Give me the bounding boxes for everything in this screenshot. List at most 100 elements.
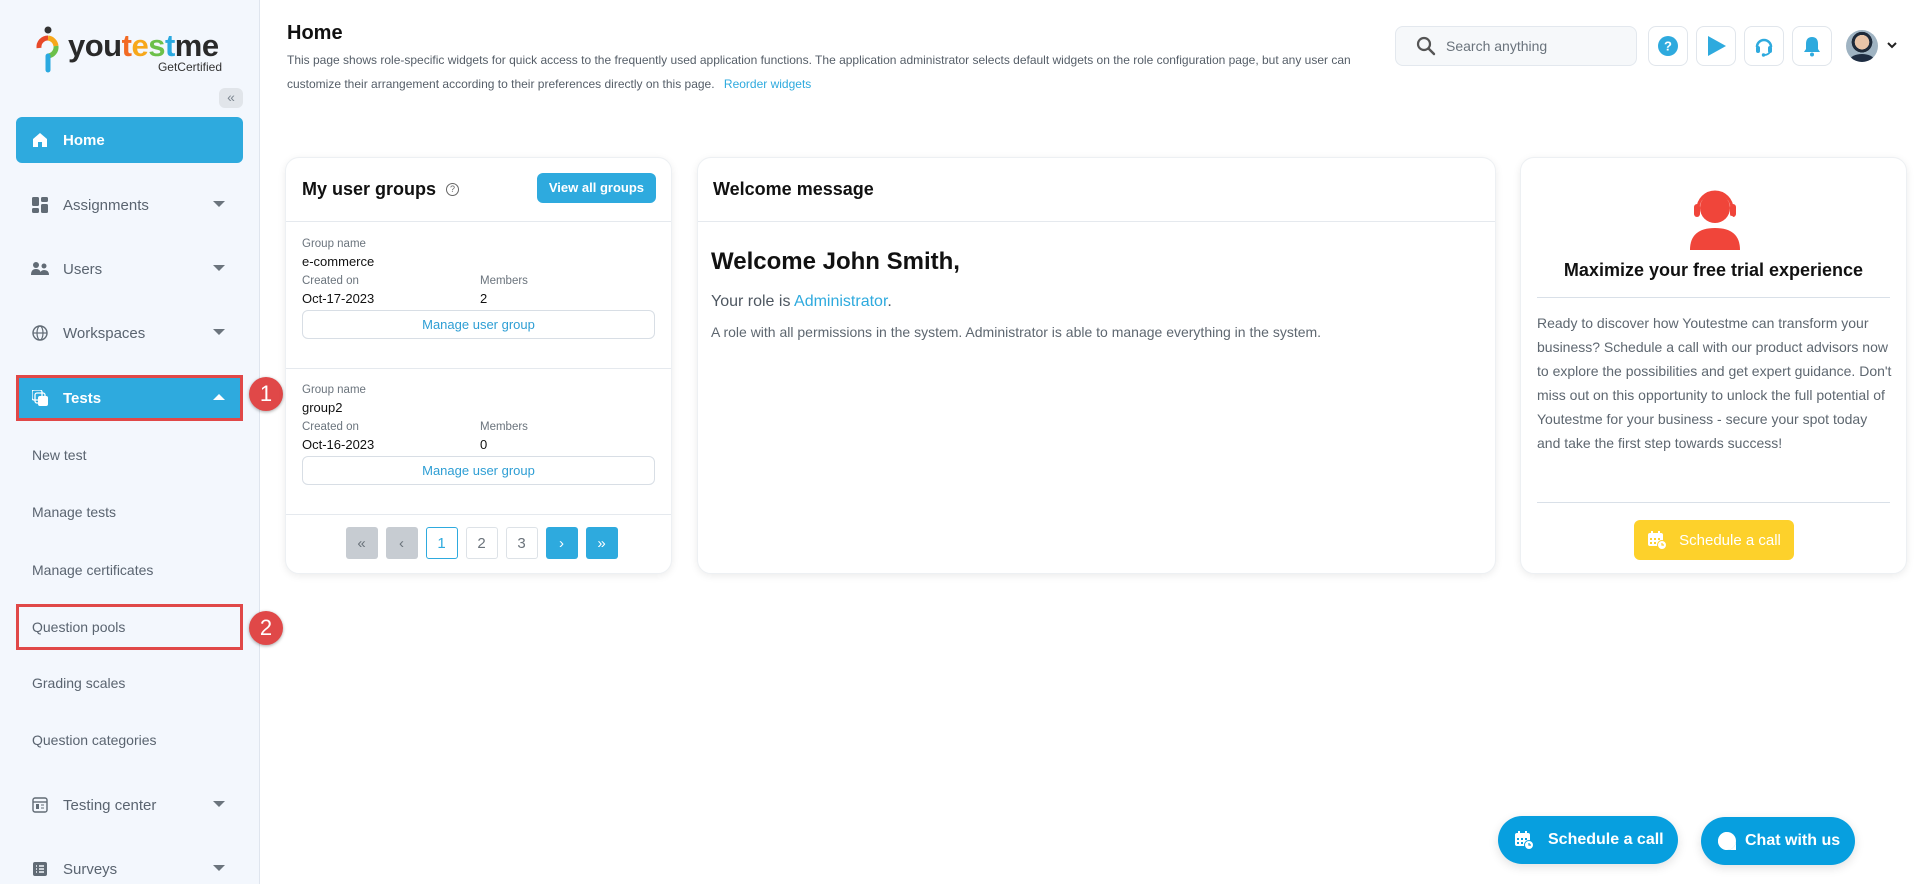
sidebar-item-users[interactable]: Users [16, 246, 243, 292]
sidebar-subitem-label: Manage tests [32, 504, 117, 520]
trial-text: Ready to discover how Youtestme can tran… [1537, 315, 1892, 451]
svg-text:?: ? [1664, 39, 1672, 54]
members-value: 2 [480, 291, 488, 306]
sidebar-item-label: Workspaces [63, 324, 146, 342]
chat-bubble-icon [1718, 832, 1736, 850]
sidebar-item-tests[interactable]: Tests [16, 375, 243, 421]
manage-user-group-button[interactable]: Manage user group [302, 310, 655, 339]
user-avatar[interactable] [1846, 30, 1878, 62]
page-description-text: This page shows role-specific widgets fo… [287, 53, 1351, 91]
caret-up-icon [213, 394, 225, 400]
pagination: « ‹ 1 2 3 › » [286, 527, 671, 559]
free-trial-widget: Maximize your free trial experience Read… [1520, 157, 1907, 574]
sidebar-subitem-new-test[interactable]: New test [16, 432, 243, 478]
chat-label: Chat with us [1745, 832, 1841, 849]
group-name-label: Group name [302, 238, 366, 250]
page-button[interactable]: 1 [425, 527, 458, 559]
floating-schedule-call-button[interactable]: Schedule a call [1498, 816, 1678, 864]
logo[interactable]: youtestme GetCertified [34, 26, 234, 76]
chevron-right-icon: › [559, 534, 564, 552]
app-root: youtestme GetCertified « Home Assignment… [0, 0, 1920, 884]
surveys-icon [31, 860, 49, 878]
chevron-down-icon[interactable] [1885, 38, 1899, 52]
first-page-button[interactable]: « [345, 527, 378, 559]
dashboard-icon [31, 196, 49, 214]
group-name-value: group2 [302, 400, 343, 415]
help-circle-icon[interactable]: ? [446, 183, 460, 196]
step-marker-1: 1 [249, 377, 283, 411]
view-all-groups-button[interactable]: View all groups [536, 173, 656, 203]
reorder-widgets-link[interactable]: Reorder widgets [724, 77, 811, 91]
divider [1537, 297, 1890, 298]
sidebar-item-testing-center[interactable]: Testing center [16, 782, 243, 828]
chat-with-us-button[interactable]: Chat with us [1701, 817, 1855, 865]
play-icon [1708, 36, 1726, 56]
chevron-left-icon: ‹ [399, 534, 404, 552]
role-link[interactable]: Administrator [794, 293, 887, 310]
group-item: Group name group2 Created on Oct-16-2023 … [286, 369, 671, 515]
schedule-call-label: Schedule a call [1679, 531, 1781, 549]
sidebar-item-surveys[interactable]: Surveys [16, 846, 243, 884]
caret-down-icon [213, 329, 225, 335]
sidebar-subitem-label: Question pools [32, 619, 126, 635]
sidebar-item-label: Assignments [63, 196, 149, 214]
sidebar-item-label: Home [63, 131, 105, 149]
caret-down-icon [213, 865, 225, 871]
created-on-label: Created on [302, 421, 359, 433]
caret-down-icon [213, 265, 225, 271]
help-button[interactable]: ? [1648, 26, 1688, 66]
sidebar-subitem-manage-tests[interactable]: Manage tests [16, 489, 243, 535]
sidebar-subitem-label: Grading scales [32, 675, 126, 691]
search-box[interactable] [1395, 26, 1637, 66]
group-item: Group name e-commerce Created on Oct-17-2… [286, 223, 671, 369]
created-on-label: Created on [302, 275, 359, 287]
my-user-groups-widget: My user groups ? View all groups Group n… [285, 157, 672, 574]
play-tutorial-button[interactable] [1696, 26, 1736, 66]
created-on-value: Oct-17-2023 [302, 291, 375, 306]
notifications-button[interactable] [1792, 26, 1832, 66]
page-button[interactable]: 2 [465, 527, 498, 559]
group-name-label: Group name [302, 384, 366, 396]
support-button[interactable] [1744, 26, 1784, 66]
sidebar-item-label: Testing center [63, 796, 157, 814]
page-button[interactable]: 3 [505, 527, 538, 559]
role-line: Your role is Administrator. [711, 293, 892, 311]
prev-page-button[interactable]: ‹ [385, 527, 418, 559]
sidebar-item-assignments[interactable]: Assignments [16, 182, 243, 228]
headset-icon [1755, 38, 1773, 57]
members-label: Members [480, 275, 528, 287]
sidebar-subitem-question-categories[interactable]: Question categories [16, 717, 243, 763]
sidebar-subitem-question-pools[interactable]: Question pools [16, 604, 243, 650]
double-chevron-left-icon: « [227, 89, 235, 105]
sidebar-item-home[interactable]: Home [16, 117, 243, 163]
widget-header: Welcome message [698, 158, 1495, 222]
sidebar-subitem-grading-scales[interactable]: Grading scales [16, 660, 243, 706]
role-description: A role with all permissions in the syste… [711, 324, 1322, 340]
sidebar-item-workspaces[interactable]: Workspaces [16, 310, 243, 356]
page-description: This page shows role-specific widgets fo… [287, 48, 1357, 96]
sidebar-item-label: Surveys [63, 860, 118, 878]
widget-title: Welcome message [713, 179, 874, 199]
trial-title: Maximize your free trial experience [1563, 260, 1864, 280]
sidebar: youtestme GetCertified « Home Assignment… [0, 0, 260, 884]
help-icon: ? [1658, 36, 1678, 56]
sidebar-item-label: Tests [63, 389, 102, 407]
welcome-greeting: Welcome John Smith, [711, 248, 960, 275]
bell-icon [1804, 37, 1820, 57]
step-marker-2: 2 [249, 611, 283, 645]
next-page-button[interactable]: › [545, 527, 578, 559]
members-label: Members [480, 421, 528, 433]
widget-header: My user groups ? View all groups [286, 158, 671, 222]
manage-user-group-button[interactable]: Manage user group [302, 456, 655, 485]
logo-mark-icon [36, 26, 59, 73]
search-input[interactable] [1446, 38, 1626, 54]
schedule-call-button[interactable]: Schedule a call [1634, 520, 1794, 560]
widget-title: My user groups [302, 179, 437, 199]
collapse-sidebar-button[interactable]: « [219, 88, 243, 108]
sidebar-subitem-manage-certificates[interactable]: Manage certificates [16, 547, 243, 593]
role-prefix: Your role is [711, 293, 795, 310]
logo-tagline: GetCertified [157, 60, 222, 74]
floating-schedule-label: Schedule a call [1548, 831, 1664, 848]
group-name-value: e-commerce [302, 254, 375, 269]
last-page-button[interactable]: » [585, 527, 618, 559]
